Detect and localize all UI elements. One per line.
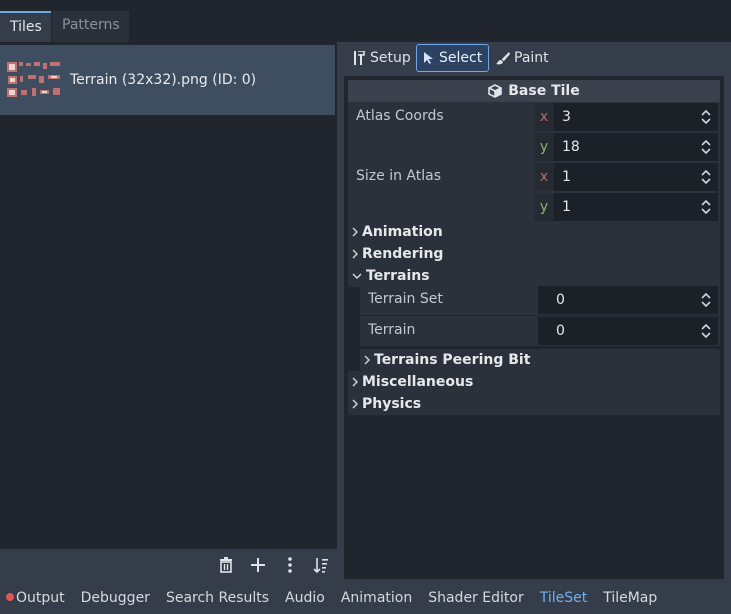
terrain-set-value: 0 <box>556 292 565 308</box>
source-list: Terrain (32x32).png (ID: 0) <box>0 42 337 549</box>
atlas-coords-x-field[interactable]: x 3 <box>534 103 718 131</box>
group-terrains[interactable]: Terrains <box>348 265 720 287</box>
chevron-right-icon <box>352 399 358 409</box>
group-animation[interactable]: Animation <box>348 221 720 243</box>
spin-arrows-icon[interactable] <box>700 323 712 339</box>
axis-x-label: x <box>534 163 554 191</box>
brush-icon <box>496 52 510 65</box>
chevron-right-icon <box>364 355 370 365</box>
chevron-down-icon <box>352 273 362 279</box>
axis-y-label: y <box>534 193 554 221</box>
mode-toolbar: Setup Select Paint <box>344 44 724 72</box>
group-animation-label: Animation <box>362 224 443 240</box>
group-physics[interactable]: Physics <box>348 393 720 415</box>
alert-dot-icon <box>6 593 14 601</box>
bottom-panel-tabs: Output Debugger Search Results Audio Ani… <box>0 582 731 614</box>
chevron-right-icon <box>352 249 358 259</box>
terrain-set-label: Terrain Set <box>368 291 443 307</box>
axis-y-label: y <box>534 133 554 161</box>
terrain-label: Terrain <box>368 322 416 338</box>
chevron-right-icon <box>352 227 358 237</box>
cursor-icon <box>424 52 433 64</box>
terrain-field[interactable]: 0 <box>538 317 718 345</box>
tab-tiles[interactable]: Tiles <box>0 11 51 42</box>
group-terrains-peering-bit[interactable]: Terrains Peering Bit <box>360 349 720 371</box>
setup-label: Setup <box>370 50 411 66</box>
axis-x-label: x <box>534 103 554 131</box>
select-button[interactable]: Select <box>416 44 490 72</box>
size-in-atlas-x-value: 1 <box>562 169 571 185</box>
group-physics-label: Physics <box>362 396 422 412</box>
group-rendering[interactable]: Rendering <box>348 243 720 265</box>
chevron-right-icon <box>352 377 358 387</box>
bottom-tab-tileset[interactable]: TileSet <box>540 590 588 606</box>
source-toolbar <box>0 549 337 579</box>
base-tile-title: Base Tile <box>508 83 580 99</box>
atlas-coords-y-field[interactable]: y 18 <box>534 133 718 161</box>
source-label: Terrain (32x32).png (ID: 0) <box>70 72 257 88</box>
atlas-coords-x-value: 3 <box>562 109 571 125</box>
group-rendering-label: Rendering <box>362 246 444 262</box>
paint-button[interactable]: Paint <box>490 44 555 72</box>
spin-arrows-icon[interactable] <box>700 139 712 155</box>
terrain-value: 0 <box>556 323 565 339</box>
tools-icon <box>354 51 365 65</box>
size-in-atlas-y-value: 1 <box>562 199 571 215</box>
bottom-tab-debugger[interactable]: Debugger <box>81 590 150 606</box>
bottom-tab-output-label: Output <box>16 590 65 606</box>
bottom-tab-animation[interactable]: Animation <box>341 590 412 606</box>
bottom-tab-shader-editor[interactable]: Shader Editor <box>428 590 523 606</box>
group-miscellaneous[interactable]: Miscellaneous <box>348 371 720 393</box>
size-in-atlas-y-row: y 1 <box>348 192 720 222</box>
atlas-coords-label: Atlas Coords <box>356 108 444 124</box>
size-in-atlas-x-field[interactable]: x 1 <box>534 163 718 191</box>
tile-inspector: Base Tile Atlas Coords x 3 y 18 Size in … <box>344 76 724 579</box>
cube-icon <box>488 84 503 98</box>
terrain-set-row: Terrain Set 0 <box>360 285 720 315</box>
select-label: Select <box>439 50 483 66</box>
group-terrains-label: Terrains <box>366 268 430 284</box>
atlas-coords-y-row: y 18 <box>348 132 720 162</box>
paint-label: Paint <box>514 50 549 66</box>
tile-tabs: Tiles Patterns <box>0 6 731 42</box>
size-in-atlas-y-field[interactable]: y 1 <box>534 193 718 221</box>
size-in-atlas-label: Size in Atlas <box>356 168 441 184</box>
spin-arrows-icon[interactable] <box>700 109 712 125</box>
tab-patterns[interactable]: Patterns <box>52 11 129 42</box>
trash-icon[interactable] <box>215 555 237 575</box>
bottom-tab-audio[interactable]: Audio <box>285 590 325 606</box>
tileset-thumbnail-icon <box>6 60 64 100</box>
atlas-coords-row: Atlas Coords x 3 <box>348 102 720 132</box>
bottom-tab-search-results[interactable]: Search Results <box>166 590 269 606</box>
group-peering-label: Terrains Peering Bit <box>374 352 531 368</box>
atlas-coords-y-value: 18 <box>562 139 580 155</box>
bottom-tab-tilemap[interactable]: TileMap <box>603 590 657 606</box>
source-item[interactable]: Terrain (32x32).png (ID: 0) <box>0 45 335 115</box>
spin-arrows-icon[interactable] <box>700 292 712 308</box>
kebab-icon[interactable] <box>279 555 301 575</box>
base-tile-header: Base Tile <box>348 80 720 102</box>
spin-arrows-icon[interactable] <box>700 169 712 185</box>
setup-button[interactable]: Setup <box>346 44 417 72</box>
plus-icon[interactable] <box>247 555 269 575</box>
sort-icon[interactable] <box>310 555 332 575</box>
spin-arrows-icon[interactable] <box>700 199 712 215</box>
terrain-set-field[interactable]: 0 <box>538 286 718 314</box>
size-in-atlas-row: Size in Atlas x 1 <box>348 162 720 192</box>
bottom-tab-output[interactable]: Output <box>6 590 65 606</box>
terrain-row: Terrain 0 <box>360 316 720 346</box>
group-misc-label: Miscellaneous <box>362 374 474 390</box>
